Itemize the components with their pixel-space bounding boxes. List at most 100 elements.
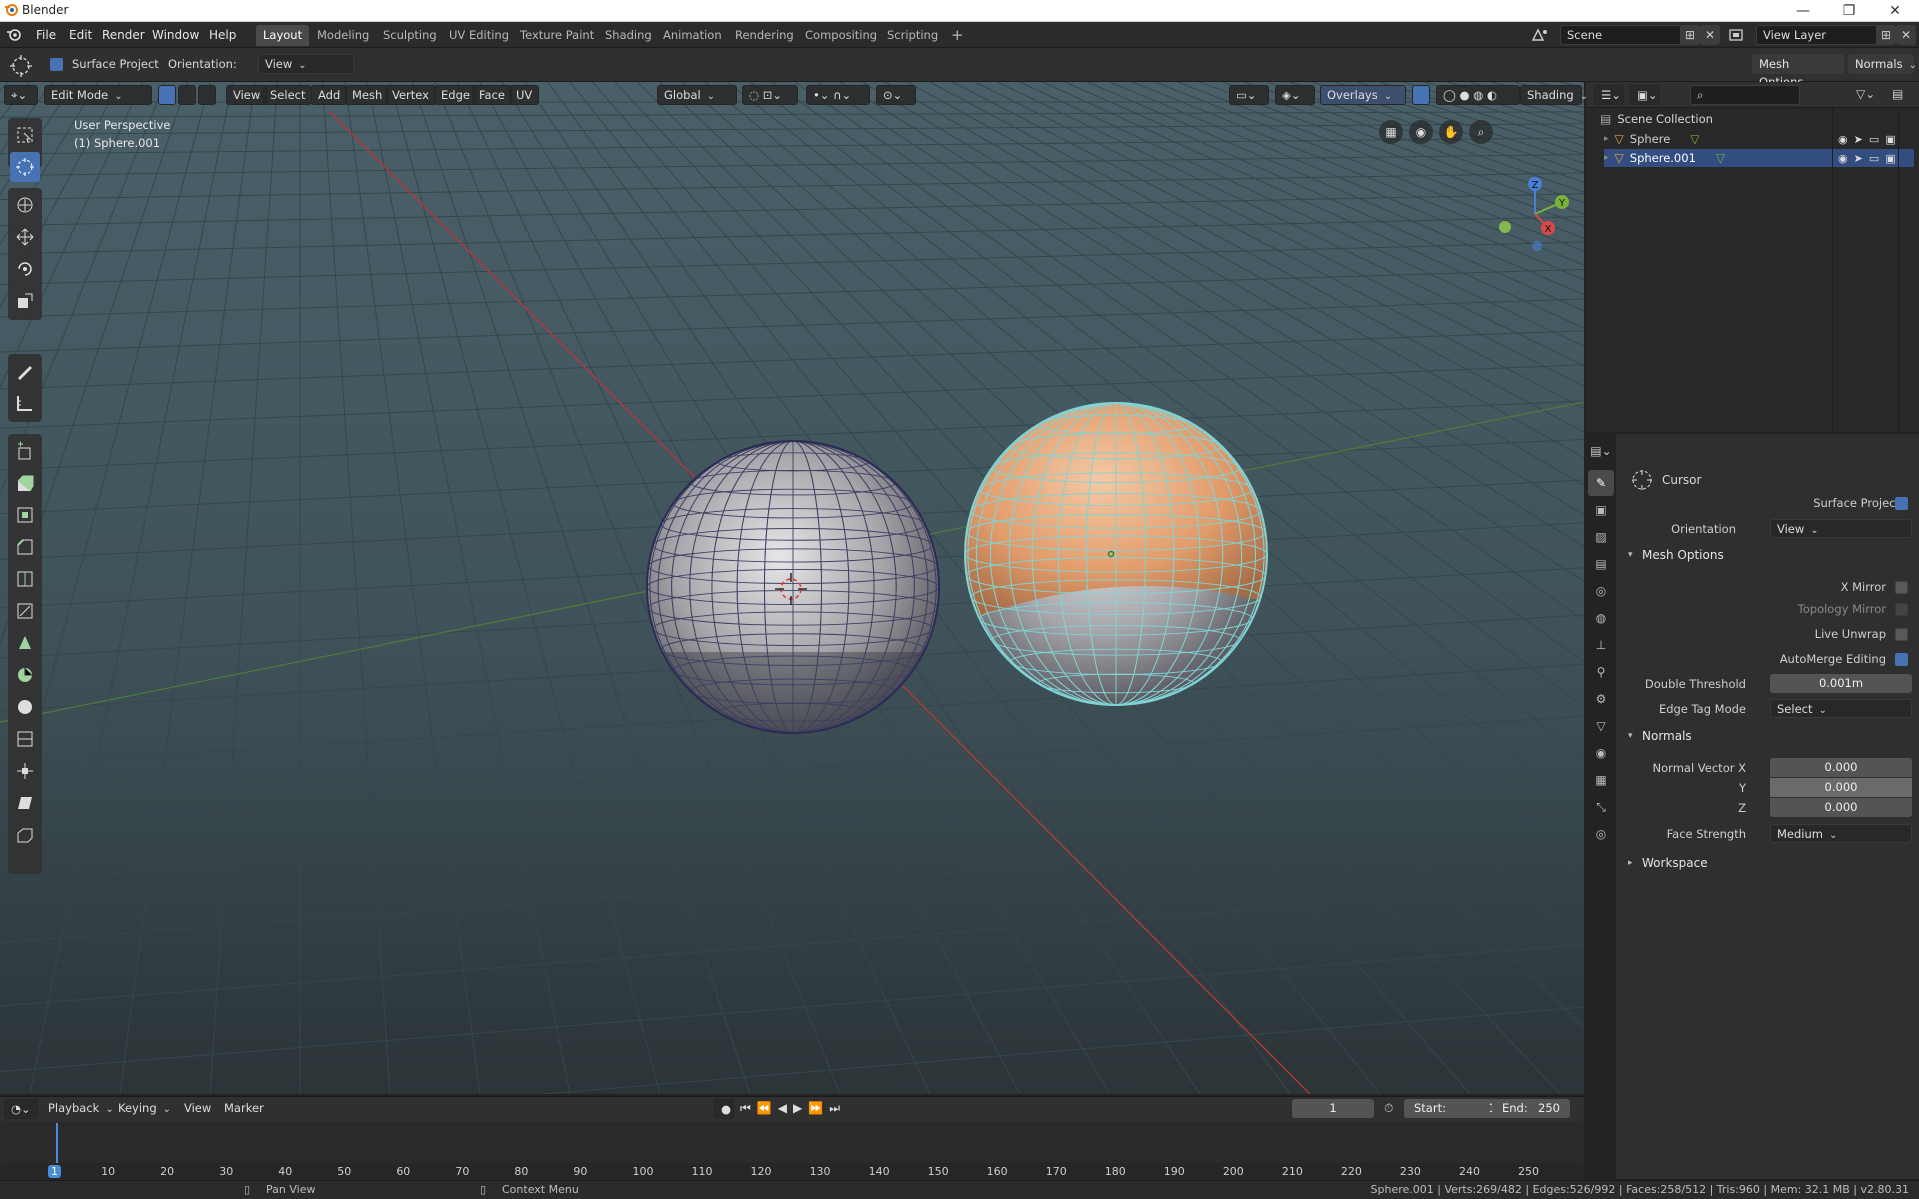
- output-tab-icon[interactable]: ▨: [1588, 524, 1614, 550]
- prev-keyframe-icon[interactable]: ⏪: [757, 1101, 778, 1115]
- delete-view-layer-icon[interactable]: ✕: [1896, 25, 1916, 45]
- topology-mirror-checkbox[interactable]: [1895, 603, 1908, 616]
- minimize-button[interactable]: —: [1780, 0, 1826, 22]
- stopwatch-icon[interactable]: ⏱: [1384, 1101, 1393, 1116]
- blender-menu-icon[interactable]: [6, 27, 22, 43]
- double-threshold-field[interactable]: 0.001m: [1770, 674, 1912, 693]
- inset-icon[interactable]: [10, 500, 40, 530]
- shading-dropdown[interactable]: Shading: [1520, 85, 1582, 105]
- spin-icon[interactable]: [10, 660, 40, 690]
- viewport-icon[interactable]: ▭: [1869, 133, 1885, 146]
- cursor-icon[interactable]: [10, 152, 40, 182]
- tab-shading[interactable]: Shading: [598, 25, 659, 46]
- menu-select[interactable]: Select: [263, 85, 313, 105]
- collapse-arrow-icon[interactable]: ▾: [1628, 731, 1633, 741]
- visibility-icon[interactable]: ▭⌄: [1229, 85, 1269, 105]
- pan-hand-icon[interactable]: ✋: [1439, 120, 1463, 144]
- play-icon[interactable]: ▶: [793, 1101, 808, 1115]
- sphere-object[interactable]: [646, 440, 940, 742]
- translate-icon[interactable]: [10, 222, 40, 252]
- expand-arrow-icon[interactable]: ▸: [1604, 153, 1609, 163]
- view-layer-icon[interactable]: [1728, 27, 1752, 43]
- expand-arrow-icon[interactable]: ▸: [1604, 134, 1609, 144]
- menu-view[interactable]: View: [226, 85, 268, 105]
- mode-dropdown[interactable]: Edit Mode: [44, 85, 152, 105]
- menu-mesh[interactable]: Mesh: [345, 85, 390, 105]
- shrink-fatten-icon[interactable]: [10, 756, 40, 786]
- snap-icon[interactable]: •⌄ ∩⌄: [806, 85, 870, 105]
- record-icon[interactable]: ●: [714, 1099, 734, 1119]
- properties-editor-type-icon[interactable]: ▤⌄: [1588, 438, 1614, 464]
- camera-view-icon[interactable]: ◉: [1409, 120, 1433, 144]
- tab-scripting[interactable]: Scripting: [880, 25, 945, 46]
- eye-icon[interactable]: ◉: [1838, 133, 1854, 146]
- next-keyframe-icon[interactable]: ⏩: [808, 1101, 829, 1115]
- live-unwrap-checkbox[interactable]: [1895, 628, 1908, 641]
- tab-compositing[interactable]: Compositing: [798, 25, 884, 46]
- edge-tag-mode-dropdown[interactable]: Select: [1770, 699, 1912, 718]
- timeline-view-menu[interactable]: View: [178, 1099, 217, 1119]
- menu-render[interactable]: Render: [102, 26, 145, 44]
- scene-name-field[interactable]: Scene: [1560, 25, 1684, 45]
- tab-rendering[interactable]: Rendering: [728, 25, 801, 46]
- object-tab-icon[interactable]: ⊥: [1588, 632, 1614, 658]
- knife-icon[interactable]: [10, 596, 40, 626]
- rip-region-icon[interactable]: [10, 820, 40, 850]
- physics-tab-icon[interactable]: ▽: [1588, 713, 1614, 739]
- surface-project-prop-checkbox[interactable]: [1895, 497, 1908, 510]
- transform-orientation-dropdown[interactable]: Global: [657, 85, 737, 105]
- poly-build-icon[interactable]: [10, 628, 40, 658]
- expand-arrow-icon[interactable]: ▸: [1628, 858, 1633, 868]
- mesh-options-dropdown[interactable]: Mesh Options: [1752, 54, 1844, 89]
- world-tab-icon[interactable]: ◍: [1588, 605, 1614, 631]
- render-tab-icon[interactable]: ▣: [1588, 497, 1614, 523]
- orientation-prop-dropdown[interactable]: View: [1770, 519, 1912, 538]
- normal-y-field[interactable]: 0.000: [1770, 778, 1912, 797]
- new-scene-icon[interactable]: ⊞: [1680, 25, 1700, 45]
- menu-file[interactable]: File: [36, 26, 56, 44]
- sphere-001-object[interactable]: [964, 402, 1268, 706]
- eye-icon[interactable]: ◉: [1838, 152, 1854, 165]
- jump-start-icon[interactable]: ⏮: [740, 1101, 757, 1115]
- menu-face[interactable]: Face: [472, 85, 513, 105]
- select-arrow-icon[interactable]: ➤: [1854, 152, 1869, 165]
- menu-uv[interactable]: UV: [509, 85, 540, 105]
- smooth-icon[interactable]: [10, 692, 40, 722]
- menu-add[interactable]: Add: [311, 85, 348, 105]
- timeline-track[interactable]: [8, 1123, 1576, 1163]
- normal-x-field[interactable]: 0.000: [1770, 758, 1912, 777]
- select-arrow-icon[interactable]: ➤: [1854, 133, 1869, 146]
- automerge-checkbox[interactable]: [1895, 653, 1908, 666]
- scene-selector-icon[interactable]: [1530, 27, 1550, 43]
- scale-icon[interactable]: [10, 286, 40, 316]
- playback-menu[interactable]: Playback: [42, 1099, 120, 1119]
- delete-scene-icon[interactable]: ✕: [1700, 25, 1720, 45]
- new-view-layer-icon[interactable]: ⊞: [1876, 25, 1896, 45]
- render-camera-icon[interactable]: ▣: [1885, 152, 1901, 165]
- add-cube-icon[interactable]: [10, 436, 40, 466]
- workspace-section[interactable]: Workspace: [1642, 856, 1708, 870]
- cursor-tool-icon[interactable]: [9, 54, 33, 78]
- viewport-icon[interactable]: ▭: [1869, 152, 1885, 165]
- move-icon[interactable]: [10, 190, 40, 220]
- marker-menu[interactable]: Marker: [218, 1099, 270, 1119]
- menu-help[interactable]: Help: [209, 26, 236, 44]
- shear-icon[interactable]: [10, 788, 40, 818]
- edge-select-icon[interactable]: [178, 85, 196, 105]
- edge-slide-icon[interactable]: [10, 724, 40, 754]
- normals-section[interactable]: Normals: [1642, 729, 1692, 743]
- orientation-dropdown[interactable]: View: [258, 54, 354, 74]
- filter-icon[interactable]: ▽⌄: [1856, 87, 1875, 101]
- tab-animation[interactable]: Animation: [656, 25, 729, 46]
- editor-type-icon[interactable]: ⌖⌄: [4, 85, 38, 105]
- measure-icon[interactable]: [10, 388, 40, 418]
- tab-uv-editing[interactable]: UV Editing: [442, 25, 516, 46]
- start-frame-field[interactable]: Start: 1: [1404, 1099, 1506, 1118]
- x-mirror-checkbox[interactable]: [1895, 581, 1908, 594]
- scene-collection-row[interactable]: ▤ Scene Collection: [1600, 110, 1713, 128]
- display-mode-icon[interactable]: ▣⌄: [1630, 85, 1660, 105]
- end-frame-field[interactable]: End: 250: [1492, 1099, 1570, 1118]
- menu-window[interactable]: Window: [152, 26, 199, 44]
- scene-tab-icon[interactable]: ◎: [1588, 578, 1614, 604]
- gizmo-toggle-icon[interactable]: ◈⌄: [1275, 85, 1315, 105]
